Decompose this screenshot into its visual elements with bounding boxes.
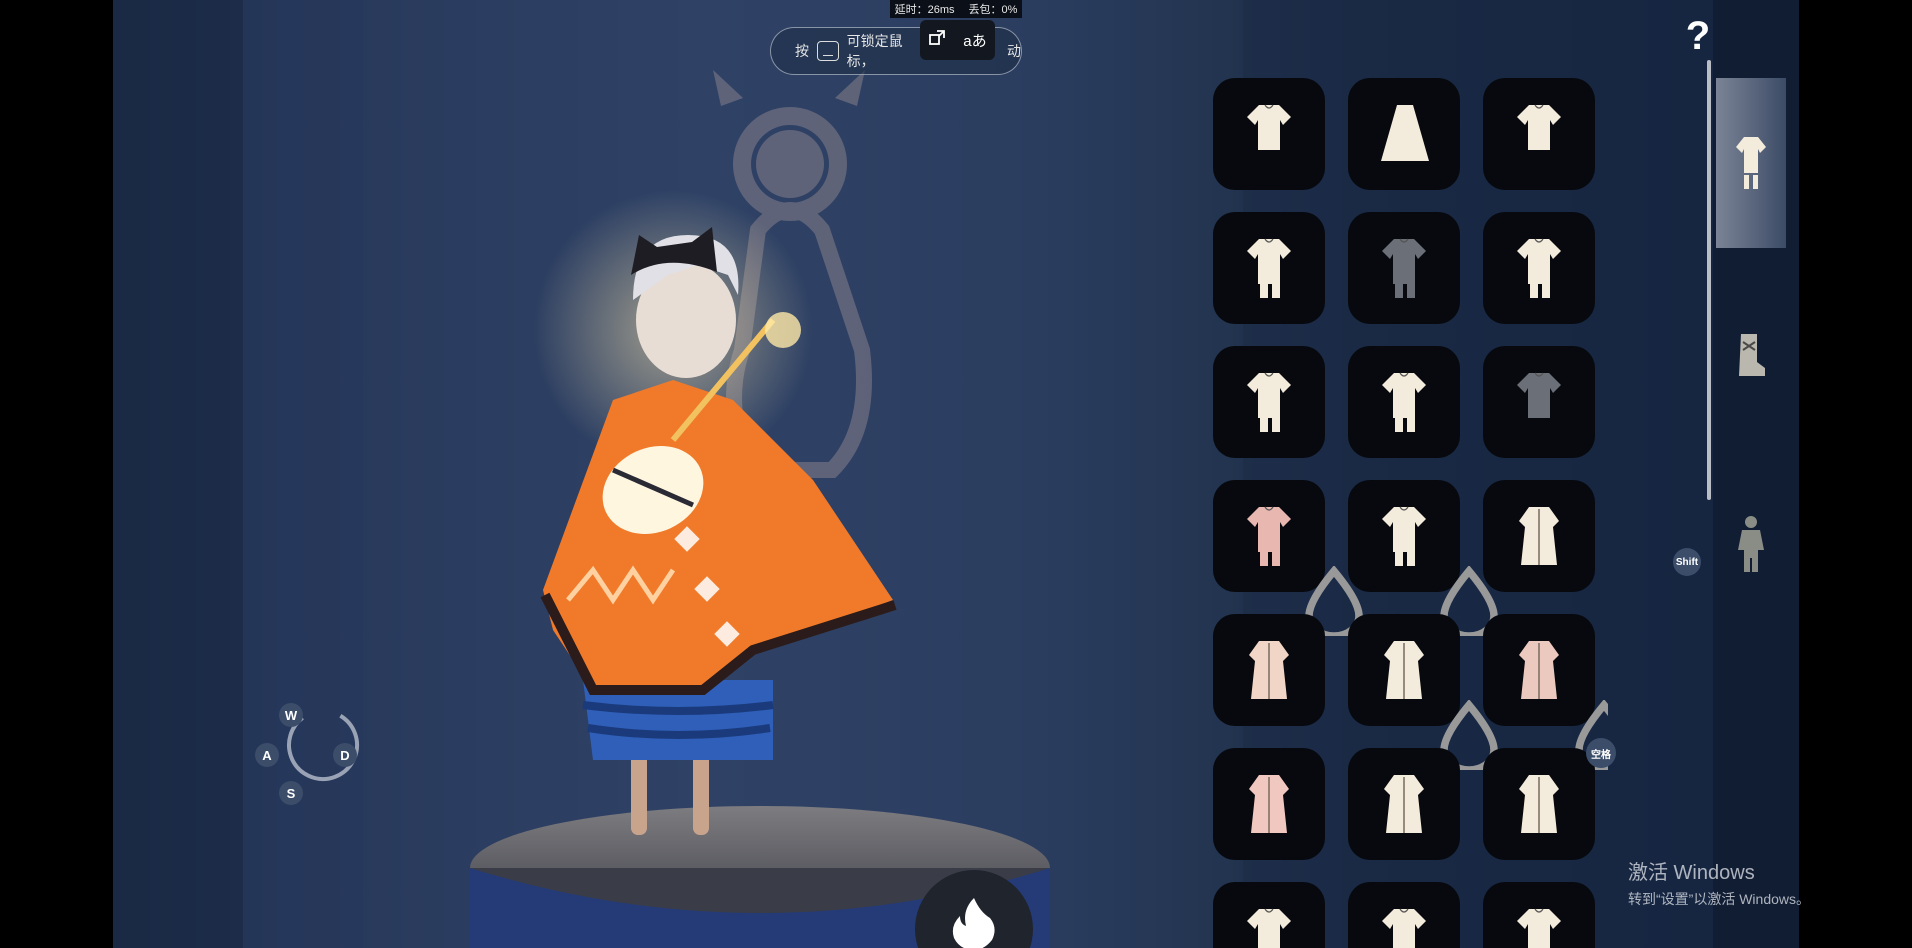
category-tab-body[interactable] (1716, 460, 1786, 630)
help-button[interactable]: ? (1678, 14, 1718, 59)
outfit-icon (1736, 137, 1766, 189)
latency-label: 延时：26ms (894, 4, 955, 16)
category-tab-shoes[interactable] (1716, 270, 1786, 440)
robe-icon (1247, 908, 1291, 948)
outfit-item-tile[interactable] (1213, 614, 1325, 726)
dye-drop-icon (1299, 565, 1363, 640)
key-d-badge: D (333, 743, 357, 767)
outfit-item-tile[interactable] (1348, 78, 1460, 190)
outfit-item-tile[interactable] (1348, 882, 1460, 948)
outfit-item-tile[interactable] (1213, 882, 1325, 948)
robe-icon (1247, 372, 1291, 432)
outfit-item-tile[interactable] (1213, 480, 1363, 640)
hint-prefix: 按 (795, 43, 809, 59)
outfit-item-tile[interactable] (1483, 748, 1595, 860)
stream-overlay-toolbar: aあ (920, 20, 995, 60)
figure-icon (1738, 516, 1764, 572)
game-viewport[interactable]: 延时：26ms 丢包：0% 按 可锁定鼠标， 动 aあ ? Shift 空格 W… (113, 0, 1799, 948)
watermark-line2: 转到“设置”以激活 Windows。 (1628, 891, 1811, 907)
outfit-item-tile[interactable] (1348, 212, 1460, 324)
robe-icon (1384, 775, 1424, 833)
outfit-item-tile[interactable] (1483, 480, 1595, 592)
robe-icon (1517, 372, 1561, 418)
hint-text: 可锁定鼠标， (846, 33, 903, 69)
dye-drop-icon (1434, 565, 1498, 640)
packet-loss-label: 丢包：0% (968, 4, 1018, 16)
outfit-grid (1213, 78, 1608, 948)
robe-icon (1247, 506, 1291, 566)
outfit-item-tile[interactable] (1483, 212, 1595, 324)
outfit-item-tile[interactable] (1213, 346, 1325, 458)
category-tab-outfit[interactable] (1716, 78, 1786, 248)
outfit-item-tile[interactable] (1213, 212, 1325, 324)
closet-category-bar (1713, 0, 1799, 948)
robe-icon (1519, 775, 1559, 833)
dye-drop-icon (1434, 699, 1498, 774)
windows-activation-watermark: 激活 Windows 转到“设置”以激活 Windows。 (1628, 856, 1810, 909)
outfit-item-tile[interactable] (1348, 748, 1460, 860)
robe-icon (1519, 641, 1559, 699)
translate-icon[interactable]: aあ (963, 30, 986, 51)
outfit-grid-scrollbar[interactable] (1707, 60, 1711, 500)
keyboard-key-icon (817, 41, 839, 61)
robe-icon (1517, 104, 1561, 150)
robe-icon (1249, 641, 1289, 699)
key-w-badge: W (279, 703, 303, 727)
robe-icon (1249, 775, 1289, 833)
hint-tail: 动 (1007, 43, 1021, 59)
robe-icon (1517, 908, 1561, 948)
robe-icon (1382, 238, 1426, 298)
boot-icon (1739, 334, 1765, 376)
shift-key-badge: Shift (1673, 548, 1701, 576)
outfit-item-tile[interactable] (1213, 78, 1325, 190)
dye-drop-icon (1569, 699, 1608, 774)
key-s-badge: S (279, 781, 303, 805)
robe-icon (1517, 238, 1561, 298)
robe-icon (1247, 104, 1291, 150)
robe-icon (1382, 372, 1426, 432)
outfit-item-tile[interactable] (1483, 882, 1595, 948)
outfit-item-tile[interactable] (1483, 614, 1608, 774)
robe-icon (1384, 641, 1424, 699)
watermark-line1: 激活 Windows (1628, 862, 1755, 884)
outfit-item-tile[interactable] (1348, 480, 1498, 640)
outfit-item-tile[interactable] (1348, 614, 1498, 774)
space-key-badge: 空格 (1586, 738, 1616, 768)
outfit-item-tile[interactable] (1483, 346, 1595, 458)
key-a-badge: A (255, 743, 279, 767)
robe-icon (1519, 507, 1559, 565)
robe-icon (1382, 908, 1426, 948)
outfit-item-tile[interactable] (1213, 748, 1325, 860)
robe-icon (1381, 105, 1429, 161)
outfit-item-tile[interactable] (1483, 78, 1595, 190)
flame-icon (952, 898, 995, 948)
robe-icon (1247, 238, 1291, 298)
outfit-item-tile[interactable] (1348, 346, 1460, 458)
network-stats: 延时：26ms 丢包：0% (890, 0, 1022, 18)
robe-icon (1382, 506, 1426, 566)
screen-switch-icon[interactable] (928, 29, 946, 51)
